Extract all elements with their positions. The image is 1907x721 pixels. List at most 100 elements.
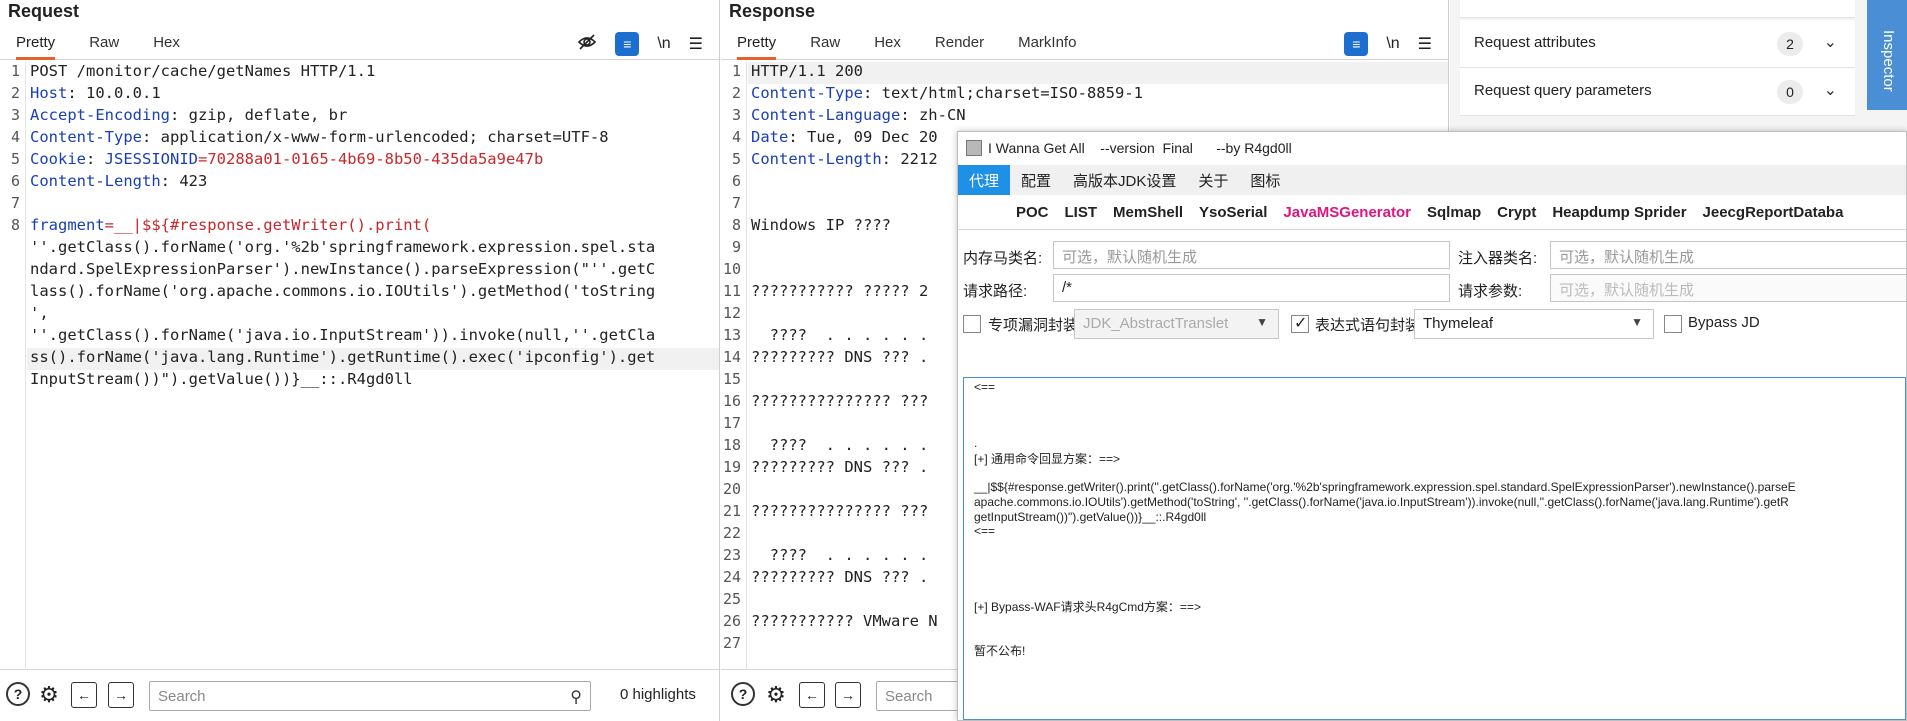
tab-render[interactable]: Render [935,30,984,60]
tab-pretty[interactable]: Pretty [737,30,777,60]
tab-hex[interactable]: Hex [153,30,180,60]
gear-icon[interactable]: ⚙ [763,682,789,708]
line-number: 23 [722,546,741,564]
line-gutter: 1 2 3 4 5 6 7 8 [0,62,26,669]
help-icon[interactable]: ? [731,682,755,706]
body-continuation: ', [30,304,49,322]
menu-config[interactable]: 配置 [1010,165,1062,195]
header-key: Content-Type [30,128,142,146]
line-number: 2 [731,84,741,102]
output-line: [+] Bypass-WAF请求头R4gCmd方案：==> [974,600,1201,614]
window-title: I Wanna Get All --version Final --by R4g… [988,140,1292,156]
response-body-line: ????????? DNS ??? . [751,568,929,586]
param-input[interactable]: 可选，默认随机生成 [1550,274,1906,302]
line-number: 6 [10,172,20,190]
forward-arrow-icon[interactable]: → [835,682,861,708]
line-number: 18 [722,436,741,454]
request-editor[interactable]: 1 2 3 4 5 6 7 8 POST /monitor/cache/getN… [0,62,719,669]
tab-heapdump-sprider[interactable]: Heapdump Sprider [1544,196,1694,229]
chevron-down-icon[interactable]: ⌄ [1824,80,1837,100]
menu-about[interactable]: 关于 [1187,165,1239,195]
eye-off-icon[interactable] [577,32,597,57]
newline-icon[interactable]: \n [657,35,670,53]
expr-wrap-label: 表达式语句封装 [1315,317,1421,334]
forward-arrow-icon[interactable]: → [108,682,134,708]
inspector-row-request-attributes[interactable]: Request attributes 2 ⌄ [1460,20,1855,68]
tab-ysoserial[interactable]: YsoSerial [1191,196,1275,229]
line-number: 21 [722,502,741,520]
tab-raw[interactable]: Raw [89,30,119,60]
output-line: __|$${#response.getWriter().print(''.get… [974,480,1796,494]
param-label: 请求参数: [1458,283,1523,300]
tab-list[interactable]: LIST [1057,196,1106,229]
line-number: 16 [722,392,741,410]
header-value: : gzip, deflate, br [169,106,348,124]
newline-icon[interactable]: \n [1386,35,1399,53]
vuln-wrap-checkbox[interactable] [963,315,981,333]
inspector-vertical-tab[interactable]: Inspector [1867,0,1907,110]
line-number: 22 [722,524,741,542]
output-line: <== [974,380,996,394]
tab-markinfo[interactable]: MarkInfo [1018,30,1076,60]
injector-input[interactable]: 可选，默认随机生成 [1550,241,1906,269]
inspector-tab-label: Inspector [1880,30,1897,92]
search-icon[interactable]: ⚲ [570,687,582,707]
line-number: 6 [731,172,741,190]
line-number: 8 [10,216,20,234]
tool-window-titlebar[interactable]: I Wanna Get All --version Final --by R4g… [958,132,1906,162]
line-number: 26 [722,612,741,630]
wrap-icon[interactable]: ≡ [1344,32,1369,56]
back-arrow-icon[interactable]: ← [71,682,97,708]
header-value: : text/html;charset=ISO-8859-1 [862,84,1143,102]
menu-icon-settings[interactable]: 图标 [1239,165,1291,195]
help-icon[interactable]: ? [6,682,30,706]
mem-class-input[interactable]: 可选，默认随机生成 [1053,241,1450,269]
tab-hex[interactable]: Hex [874,30,901,60]
expr-select-value: Thymeleaf [1423,315,1494,332]
output-line: <== [974,524,996,538]
tab-raw[interactable]: Raw [810,30,840,60]
wrap-icon[interactable]: ≡ [615,32,640,56]
header-content-language: Content-Language: zh-CN [751,106,966,124]
response-body-line: ???? . . . . . . [751,546,929,564]
path-input[interactable]: /* [1053,274,1450,302]
count-badge: 0 [1777,80,1803,104]
output-line: 暂不公布! [974,644,1026,658]
output-textarea[interactable]: <== . [+] 通用命令回显方案：==> __|$${#response.g… [963,377,1906,720]
line-number: 3 [731,106,741,124]
menu-icon[interactable]: ☰ [1418,34,1432,54]
tab-jeecg-report[interactable]: JeecgReportDataba [1695,196,1852,229]
body-continuation: ''.getClass().forName('org.'%2b'springfr… [30,238,656,256]
tab-javamsgenerator[interactable]: JavaMSGenerator [1275,196,1419,229]
tab-sqlmap[interactable]: Sqlmap [1419,196,1489,229]
header-host: Host: 10.0.0.1 [30,84,161,102]
back-arrow-icon[interactable]: ← [799,682,825,708]
response-body-line: ??????????????? ??? [751,392,929,410]
body-continuation: ss().forName('java.lang.Runtime').getRun… [30,348,656,366]
menu-proxy[interactable]: 代理 [958,165,1011,195]
output-line: getInputStream())").getValue())}__::.R4g… [974,510,1207,524]
line-number: 2 [10,84,20,102]
expr-wrap-checkbox[interactable] [1291,313,1309,333]
request-search-bar: ? ⚙ ← → Search ⚲ 0 highlights [0,669,719,721]
gear-icon[interactable]: ⚙ [36,682,62,708]
menu-icon[interactable]: ☰ [689,34,703,54]
line-number: 15 [722,370,741,388]
tab-crypt[interactable]: Crypt [1489,196,1544,229]
bypass-checkbox[interactable] [1664,315,1682,333]
tab-poc[interactable]: POC [1008,196,1057,229]
menu-jdk-settings[interactable]: 高版本JDK设置 [1062,165,1187,195]
line-number: 20 [722,480,741,498]
vuln-select[interactable]: JDK_AbstractTranslet ▼ [1074,309,1279,339]
header-key: Content-Type [751,84,863,102]
injector-label: 注入器类名: [1458,250,1538,267]
tab-memshell[interactable]: MemShell [1105,196,1191,229]
line-number: 4 [10,128,20,146]
header-accept-encoding: Accept-Encoding: gzip, deflate, br [30,106,347,124]
tab-pretty[interactable]: Pretty [16,30,56,60]
search-input[interactable]: Search ⚲ [149,681,591,711]
chevron-down-icon[interactable]: ⌄ [1824,32,1837,52]
inspector-row-query-params[interactable]: Request query parameters 0 ⌄ [1460,68,1855,116]
header-value: : 10.0.0.1 [67,84,161,102]
expr-select[interactable]: Thymeleaf ▼ [1414,309,1654,339]
